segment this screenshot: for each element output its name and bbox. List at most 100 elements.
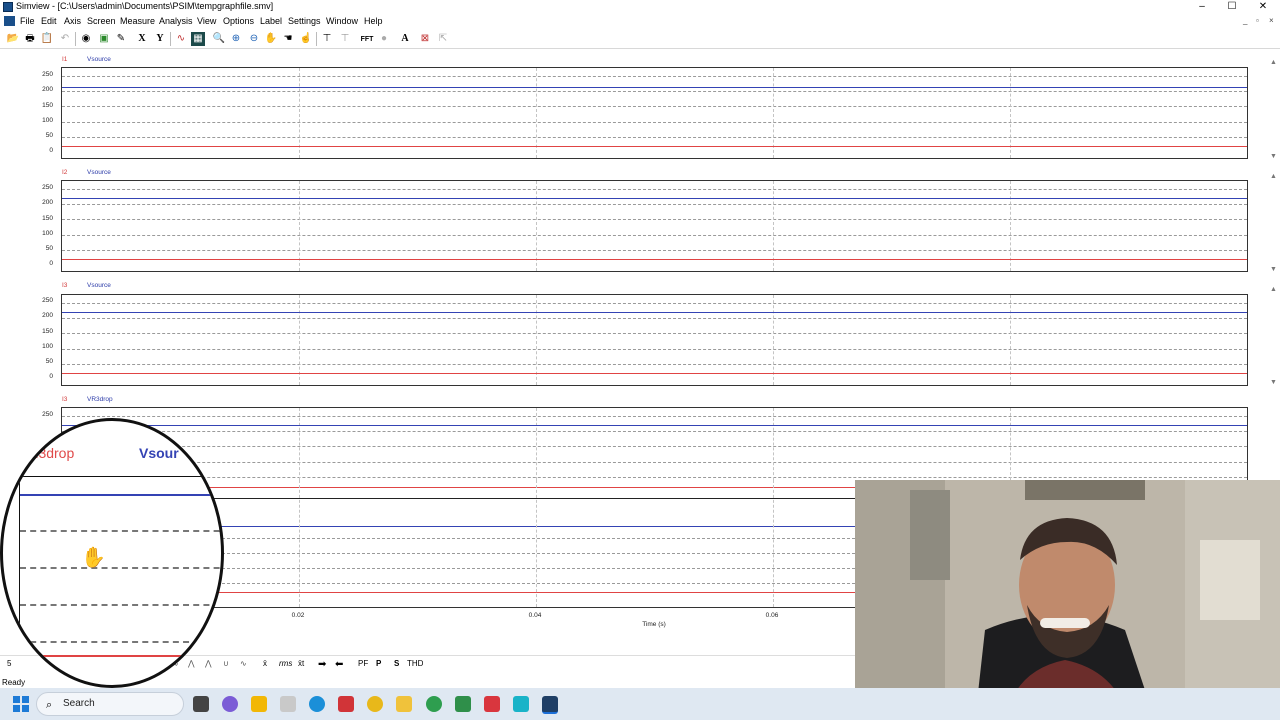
vsource-trace <box>62 425 1247 426</box>
menu-file[interactable]: File <box>20 16 35 26</box>
avg-abs-button[interactable]: x̄t <box>298 659 304 668</box>
presentation-icon[interactable] <box>484 696 500 712</box>
search-label: Search <box>63 698 95 709</box>
menu-analysis[interactable]: Analysis <box>159 16 193 26</box>
clipboard-icon[interactable]: 📋 <box>40 32 54 46</box>
minimize-button[interactable]: – <box>1188 0 1216 14</box>
edge-icon[interactable] <box>309 696 325 712</box>
simview-taskbar-icon[interactable] <box>542 696 558 714</box>
edit-curve-icon[interactable]: ✎ <box>114 32 128 46</box>
menu-screen[interactable]: Screen <box>87 16 116 26</box>
undo-icon[interactable]: ↶ <box>58 32 72 46</box>
mdi-close-icon[interactable]: × <box>1269 16 1274 25</box>
open-folder-icon[interactable]: 📂 <box>6 32 20 46</box>
grid-line <box>62 204 1247 205</box>
real-power-button[interactable]: P <box>376 659 381 668</box>
file-explorer-icon[interactable] <box>396 696 412 712</box>
windows-start-icon[interactable] <box>13 696 29 712</box>
view-icon[interactable]: ◉ <box>79 32 93 46</box>
menu-label[interactable]: Label <box>260 16 282 26</box>
grid-line <box>62 76 1247 77</box>
rms-button[interactable]: rms <box>279 659 292 668</box>
grid-line <box>62 416 1247 417</box>
waveform-icon[interactable]: ∿ <box>174 32 188 46</box>
psim-icon[interactable] <box>513 696 529 712</box>
maximize-button[interactable]: ☐ <box>1218 0 1246 14</box>
grid-line <box>62 333 1247 334</box>
apparent-power-button[interactable]: S <box>394 659 399 668</box>
hand-select-icon[interactable]: ☝ <box>299 32 313 46</box>
chrome-icon[interactable] <box>367 696 383 712</box>
whatsapp-icon[interactable] <box>426 696 442 712</box>
zoom-out-icon[interactable]: ⊖ <box>247 32 261 46</box>
vsource-trace <box>62 198 1247 199</box>
sheets-icon[interactable] <box>455 696 471 712</box>
waveform-plot[interactable] <box>61 294 1248 386</box>
menu-window[interactable]: Window <box>326 16 358 26</box>
taskbar-search[interactable]: ⌕ Search <box>36 692 184 716</box>
grid-line <box>299 480 300 607</box>
waveform-plot[interactable] <box>61 407 1248 480</box>
add-curve-icon[interactable]: ▣ <box>97 32 111 46</box>
grab-hand-icon[interactable]: ☚ <box>281 32 295 46</box>
store-icon[interactable] <box>251 696 267 712</box>
menu-edit[interactable]: Edit <box>41 16 57 26</box>
menu-help[interactable]: Help <box>364 16 383 26</box>
mdi-minimize-icon[interactable]: _ <box>1243 16 1247 25</box>
scroll-down-icon[interactable]: ▼ <box>1270 266 1277 273</box>
grid-line <box>62 235 1247 236</box>
cursor2-icon[interactable]: ⊤ <box>338 32 352 46</box>
close-button[interactable]: ✕ <box>1249 0 1277 14</box>
next-arrow-icon[interactable]: ➡ <box>318 659 326 670</box>
export-icon[interactable]: ⇱ <box>436 32 450 46</box>
grid-icon[interactable]: ▦ <box>191 32 205 46</box>
valley-icon[interactable]: ∪ <box>223 659 229 668</box>
waveform-plot[interactable] <box>61 180 1248 272</box>
scroll-down-icon[interactable]: ▼ <box>1270 153 1277 160</box>
menu-axis[interactable]: Axis <box>64 16 81 26</box>
panel-signal-label[interactable]: VR3drop <box>87 396 113 403</box>
scroll-up-icon[interactable]: ▲ <box>1270 59 1277 66</box>
circle-icon[interactable]: ● <box>377 32 391 46</box>
task-view-icon[interactable] <box>193 696 209 712</box>
waveform-plot[interactable] <box>61 67 1248 159</box>
cursor-icon[interactable]: ⊤ <box>320 32 334 46</box>
zoom-magnifier: VR3drop Vsour ✋ <box>0 418 224 688</box>
app-icon[interactable] <box>280 696 296 712</box>
zoom-icon[interactable]: 🔍 <box>212 32 226 46</box>
thd-button[interactable]: THD <box>407 659 423 668</box>
scroll-down-icon[interactable]: ▼ <box>1270 379 1277 386</box>
menu-settings[interactable]: Settings <box>288 16 321 26</box>
stop-icon[interactable]: ⊠ <box>418 32 432 46</box>
menu-view[interactable]: View <box>197 16 216 26</box>
text-button[interactable]: A <box>398 32 412 46</box>
menu-options[interactable]: Options <box>223 16 254 26</box>
vertical-scrollbar[interactable]: ▲ ▼ ▲ ▼ ▲ ▼ <box>1268 49 1280 479</box>
zoom-in-icon[interactable]: ⊕ <box>229 32 243 46</box>
pan-hand-icon[interactable]: ✋ <box>264 32 278 46</box>
copilot-icon[interactable] <box>222 696 238 712</box>
wps-icon[interactable] <box>338 696 354 712</box>
grid-line <box>62 364 1247 365</box>
window-title: Simview - [C:\Users\admin\Documents\PSIM… <box>16 1 274 11</box>
measure-value-field[interactable]: 5 <box>7 659 11 668</box>
power-factor-button[interactable]: PF <box>358 659 368 668</box>
panel-index-label: I3 <box>62 396 68 403</box>
print-icon[interactable]: 🖶 <box>23 32 37 46</box>
panel-index-label: I3 <box>62 282 68 289</box>
mdi-restore-icon[interactable]: ▫ <box>1256 16 1259 25</box>
panel-signal-label[interactable]: Vsource <box>87 169 111 176</box>
valley2-icon[interactable]: ∿ <box>240 659 247 668</box>
menu-bar: File Edit Axis Screen Measure Analysis V… <box>0 14 1280 29</box>
panel-signal-label[interactable]: Vsource <box>87 282 111 289</box>
y-tick-label: 0 <box>49 147 53 154</box>
y-axis-button[interactable]: Y <box>153 32 167 46</box>
average-button[interactable]: x̄ <box>263 659 267 668</box>
panel-signal-label[interactable]: Vsource <box>87 56 111 63</box>
scroll-up-icon[interactable]: ▲ <box>1270 286 1277 293</box>
menu-measure[interactable]: Measure <box>120 16 155 26</box>
prev-arrow-icon[interactable]: ⬅ <box>335 659 343 670</box>
scroll-up-icon[interactable]: ▲ <box>1270 173 1277 180</box>
x-axis-button[interactable]: X <box>135 32 149 46</box>
fft-button[interactable]: FFT <box>359 32 375 46</box>
